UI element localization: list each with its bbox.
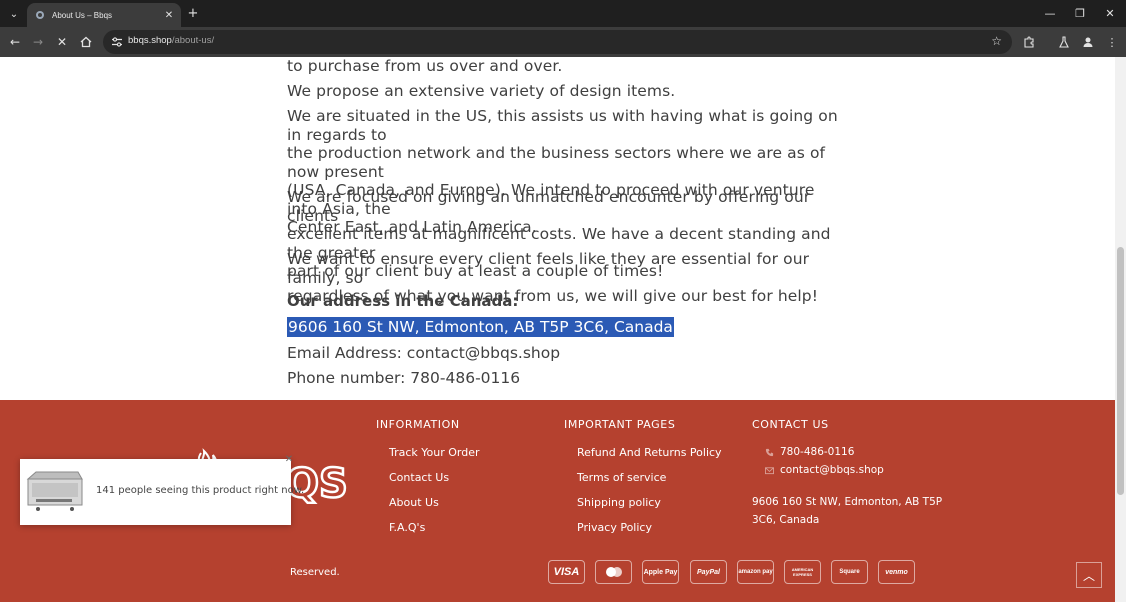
url-text: bbqs.shop/about-us/ [128,35,214,46]
grill-product-image[interactable] [22,469,88,515]
footer-link-shipping[interactable]: Shipping policy [577,496,661,509]
browser-toolbar: ← → ✕ bbqs.shop/about-us/ ☆ ⋮ [0,27,1126,57]
phone-icon [765,448,774,457]
apple-pay-icon: Apple Pay [642,560,679,584]
profile-avatar-icon[interactable] [1079,33,1097,51]
url-path: /about-us/ [171,35,215,46]
url-host: bbqs.shop [128,35,172,46]
minimize-icon[interactable]: — [1040,4,1060,22]
paragraph-line: We are situated in the US, this assists … [287,107,838,144]
bookmark-star-icon[interactable]: ☆ [991,34,1002,48]
paragraph-line: We propose an extensive variety of desig… [287,82,676,100]
amazon-pay-label: amazon pay [738,569,773,575]
footer-link-privacy[interactable]: Privacy Policy [577,521,652,534]
address-heading: Our address in the Canada: [287,292,519,310]
popup-message: 141 people seeing this product right now… [96,485,305,496]
footer-link-track-order[interactable]: Track Your Order [389,446,480,459]
stop-loading-icon[interactable]: ✕ [53,33,71,51]
window-close-icon[interactable]: ✕ [1100,4,1120,22]
tab-close-icon[interactable]: ✕ [161,10,177,21]
labs-flask-icon[interactable] [1055,33,1073,51]
paragraph-1: to purchase from us over and over. [287,57,562,76]
tab-strip: ⌄ About Us – Bbqs ✕ + — ❐ ✕ [0,0,1126,27]
tab-search-icon[interactable]: ⌄ [4,4,24,24]
menu-kebab-icon[interactable]: ⋮ [1103,33,1121,51]
contact-us-title: CONTACT US [752,418,829,431]
square-label: Square [839,569,860,575]
scrollbar-thumb[interactable] [1117,247,1124,495]
footer-link-contact-us[interactable]: Contact Us [389,471,449,484]
copyright-text: Reserved. [290,567,340,578]
paragraph-line: We are focused on giving an unmatched en… [287,188,811,225]
paragraph-2: We propose an extensive variety of desig… [287,82,675,101]
footer-contact-email[interactable]: contact@bbqs.shop [780,464,884,476]
tab-title: About Us – Bbqs [52,10,113,20]
new-tab-icon[interactable]: + [185,5,201,21]
apple-pay-label: Apple Pay [643,568,678,576]
footer-link-refund-policy[interactable]: Refund And Returns Policy [577,446,722,459]
page-scrollbar[interactable] [1115,57,1126,602]
home-icon[interactable] [77,33,95,51]
address-text-selected[interactable]: 9606 160 St NW, Edmonton, AB T5P 3C6, Ca… [287,317,674,337]
site-favicon-icon [36,11,44,19]
venmo-icon: venmo [878,560,915,584]
back-to-top-chevron-up-icon[interactable]: ︿ [1076,562,1102,588]
visa-icon: VISA [548,560,585,584]
venmo-label: venmo [885,568,908,576]
footer-link-about-us[interactable]: About Us [389,496,439,509]
paragraph-line: We want to ensure every client feels lik… [287,250,810,287]
american-express-icon: AMERICAN EXPRESS [784,560,821,584]
social-proof-popup[interactable]: 141 people seeing this product right now… [20,454,304,525]
active-tab[interactable]: About Us – Bbqs ✕ [27,3,181,27]
popup-close-icon[interactable]: ✕ [283,453,295,465]
email-icon [765,467,774,475]
amazon-pay-icon: amazon pay [737,560,774,584]
important-pages-title: IMPORTANT PAGES [564,418,676,431]
phone-number: Phone number: 780-486-0116 [287,369,521,387]
footer-link-faq[interactable]: F.A.Q's [389,521,425,534]
paypal-icon: PayPal [690,560,727,584]
footer-contact-address-line-2: 3C6, Canada [752,514,820,526]
forward-icon[interactable]: → [29,33,47,51]
extensions-icon[interactable] [1020,33,1038,51]
visa-label: VISA [553,566,580,578]
footer-link-terms[interactable]: Terms of service [577,471,666,484]
square-icon: Square [831,560,868,584]
paragraph-line: to purchase from us over and over. [287,57,563,75]
email-address: Email Address: contact@bbqs.shop [287,344,561,362]
restore-icon[interactable]: ❐ [1070,4,1090,22]
amex-label: AMERICAN EXPRESS [791,567,814,577]
paragraph-line: the production network and the business … [287,144,826,181]
address-bar[interactable]: bbqs.shop/about-us/ ☆ [103,30,1012,54]
information-title: INFORMATION [376,418,460,431]
footer-contact-address-line-1: 9606 160 St NW, Edmonton, AB T5P [752,496,943,508]
paypal-label: PayPal [697,568,720,576]
mastercard-icon [595,560,632,584]
site-info-icon[interactable] [111,36,123,48]
back-icon[interactable]: ← [6,33,24,51]
footer-contact-phone[interactable]: 780-486-0116 [780,446,854,458]
